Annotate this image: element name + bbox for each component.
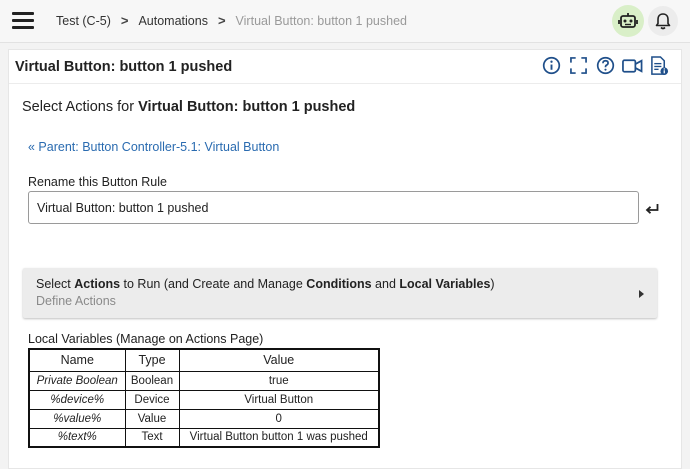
actions-title: Select Actions to Run (and Create and Ma… xyxy=(36,277,495,291)
variable-value: Virtual Button xyxy=(178,389,380,410)
actions-text: and xyxy=(371,277,400,291)
breadcrumb: Test (C-5) > Automations > Virtual Butto… xyxy=(56,13,407,28)
notification-bell-icon[interactable] xyxy=(648,6,678,36)
log-icon[interactable] xyxy=(649,55,670,76)
actions-subtitle: Define Actions xyxy=(36,294,116,308)
parent-link[interactable]: « Parent: Button Controller-5.1: Virtual… xyxy=(28,140,279,154)
variable-name: Private Boolean xyxy=(28,370,126,391)
select-actions-heading: Select Actions for Virtual Button: butto… xyxy=(22,99,355,115)
top-bar: Test (C-5) > Automations > Virtual Butto… xyxy=(0,0,690,43)
enter-icon[interactable] xyxy=(645,203,659,215)
variable-value: true xyxy=(178,370,380,391)
variable-value: 0 xyxy=(178,408,380,429)
local-variables-label: Local Variables xyxy=(28,332,113,346)
variable-type: Device xyxy=(124,389,180,410)
actions-text-bold: Actions xyxy=(74,277,121,291)
variable-type: Text xyxy=(124,427,180,448)
variable-type: Boolean xyxy=(124,370,180,391)
table-row: Private Boolean Boolean true xyxy=(28,370,380,391)
video-icon[interactable] xyxy=(622,55,643,76)
panel-title: Virtual Button: button 1 pushed xyxy=(15,59,233,75)
help-icon[interactable] xyxy=(595,55,616,76)
rule-panel: Virtual Button: button 1 pushed Select A… xyxy=(8,49,682,469)
rename-input[interactable] xyxy=(28,191,639,224)
breadcrumb-item-current: Virtual Button: button 1 pushed xyxy=(235,13,407,28)
actions-text: Select xyxy=(36,277,75,291)
variable-name: %value% xyxy=(28,408,126,429)
hamburger-menu-icon[interactable] xyxy=(12,12,34,30)
table-row: %value% Value 0 xyxy=(28,408,380,429)
table-row: %device% Device Virtual Button xyxy=(28,389,380,410)
local-variables-note: (Manage on Actions Page) xyxy=(112,332,264,346)
variable-value: Virtual Button button 1 was pushed xyxy=(178,427,380,448)
variable-name: %device% xyxy=(28,389,126,410)
select-actions-button[interactable]: Select Actions to Run (and Create and Ma… xyxy=(23,268,657,318)
breadcrumb-item-automations[interactable]: Automations xyxy=(138,14,207,28)
heading-prefix: Select Actions for xyxy=(22,99,139,115)
panel-toolbar xyxy=(541,55,670,76)
heading-rule-name: Virtual Button: button 1 pushed xyxy=(138,99,356,115)
column-header: Name xyxy=(28,348,126,372)
breadcrumb-item-location[interactable]: Test (C-5) xyxy=(56,14,111,28)
local-variables-table: Name Type Value Private Boolean Boolean … xyxy=(28,348,380,448)
variable-name: %text% xyxy=(28,427,126,448)
column-header: Value xyxy=(178,348,380,372)
fullscreen-icon[interactable] xyxy=(568,55,589,76)
breadcrumb-separator: > xyxy=(120,13,129,28)
info-icon[interactable] xyxy=(541,55,562,76)
local-variables-title: Local Variables (Manage on Actions Page) xyxy=(28,332,263,346)
actions-text: to Run (and Create and Manage xyxy=(120,277,307,291)
robot-icon[interactable] xyxy=(612,5,644,37)
rename-label: Rename this Button Rule xyxy=(28,175,167,189)
table-row: %text% Text Virtual Button button 1 was … xyxy=(28,427,380,448)
breadcrumb-separator: > xyxy=(217,13,226,28)
panel-divider xyxy=(9,83,681,84)
actions-text-bold: Conditions xyxy=(306,277,372,291)
actions-text: ) xyxy=(490,277,495,291)
table-header-row: Name Type Value xyxy=(28,348,380,372)
actions-text-bold: Local Variables xyxy=(399,277,491,291)
caret-right-icon xyxy=(639,290,644,298)
column-header: Type xyxy=(124,348,180,372)
variable-type: Value xyxy=(124,408,180,429)
